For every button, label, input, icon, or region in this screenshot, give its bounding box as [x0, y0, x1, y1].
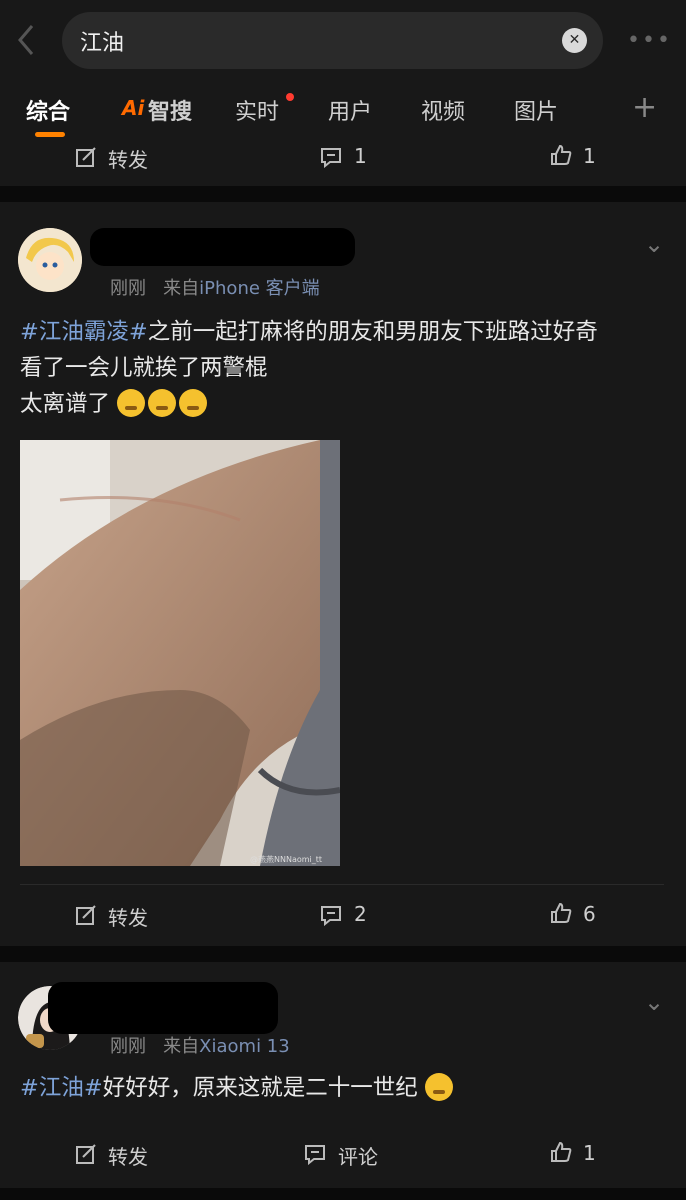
search-query: 江油: [80, 31, 125, 56]
image-watermark: @燕燕NNNaomi_tt: [250, 855, 323, 864]
repost-icon[interactable]: [75, 904, 97, 926]
emoji-icon: [117, 389, 146, 417]
comment-icon[interactable]: [320, 904, 342, 926]
back-icon[interactable]: [12, 22, 42, 58]
post-text-line1: #江油霸凌#之前一起打麻将的朋友和男朋友下班路过好奇: [20, 314, 598, 350]
like-icon[interactable]: [550, 902, 572, 924]
avatar[interactable]: [18, 228, 82, 292]
active-tab-indicator: [35, 132, 65, 137]
post-text-line1: #江油#好好好，原来这就是二十一世纪: [20, 1070, 456, 1106]
emoji-icon: [148, 389, 177, 417]
like-count[interactable]: 6: [583, 902, 596, 926]
post-source[interactable]: iPhone 客户端: [199, 278, 319, 299]
redacted-username: [48, 982, 278, 1034]
source-prefix: 来自: [163, 1036, 200, 1057]
post-image[interactable]: [20, 440, 340, 866]
chevron-down-icon[interactable]: ⌄: [644, 230, 664, 258]
chevron-down-icon[interactable]: ⌄: [644, 988, 664, 1016]
tab-ai-search[interactable]: 智搜: [148, 94, 192, 126]
post-text: 好好好，原来这就是二十一世纪: [102, 1075, 418, 1101]
tab-videos[interactable]: 视频: [421, 94, 465, 126]
notification-dot: [286, 93, 294, 101]
post-text: 之前一起打麻将的朋友和男朋友下班路过好奇: [147, 319, 598, 345]
repost-button[interactable]: 转发: [108, 902, 148, 931]
repost-icon[interactable]: [75, 146, 97, 168]
like-count[interactable]: 1: [583, 1141, 596, 1165]
post-meta: 刚刚 来自iPhone 客户端: [110, 274, 320, 300]
comment-button[interactable]: 评论: [338, 1141, 378, 1170]
post-time: 刚刚: [110, 278, 146, 299]
card-separator: [0, 1188, 686, 1200]
card-separator: [0, 186, 686, 202]
add-tab-icon[interactable]: +: [632, 90, 657, 125]
like-count[interactable]: 1: [583, 144, 596, 168]
more-icon[interactable]: •••: [627, 28, 672, 53]
tab-users[interactable]: 用户: [328, 94, 372, 126]
emoji-icon: [424, 1073, 453, 1101]
post-text: 太离谱了: [20, 391, 111, 417]
tab-images[interactable]: 图片: [514, 94, 558, 126]
tab-realtime[interactable]: 实时: [235, 94, 279, 126]
emoji-icon: [179, 389, 208, 417]
comment-icon[interactable]: [304, 1143, 326, 1165]
post-text-line2: 看了一会儿就挨了两警棍: [20, 355, 268, 381]
ai-logo-icon[interactable]: Ai: [122, 96, 144, 120]
post-meta: 刚刚 来自Xiaomi 13: [110, 1032, 290, 1058]
comment-icon[interactable]: [320, 146, 342, 168]
redacted-username: [90, 228, 355, 266]
hashtag-link[interactable]: #江油霸凌#: [20, 319, 148, 345]
post-time: 刚刚: [110, 1036, 146, 1057]
like-icon[interactable]: [550, 144, 572, 166]
search-input[interactable]: [62, 12, 603, 69]
repost-button[interactable]: 转发: [108, 144, 148, 173]
like-icon[interactable]: [550, 1141, 572, 1163]
card-separator: [0, 946, 686, 962]
repost-button[interactable]: 转发: [108, 1141, 148, 1170]
post-text-line3: 太离谱了: [20, 386, 210, 422]
hashtag-link[interactable]: #江油#: [20, 1075, 103, 1101]
post-source[interactable]: Xiaomi 13: [199, 1036, 290, 1057]
comment-count[interactable]: 1: [354, 144, 367, 168]
source-prefix: 来自: [163, 278, 200, 299]
repost-icon[interactable]: [75, 1143, 97, 1165]
tab-comprehensive[interactable]: 综合: [26, 94, 70, 126]
comment-count[interactable]: 2: [354, 902, 367, 926]
clear-icon[interactable]: ✕: [562, 28, 587, 53]
divider: [20, 884, 664, 885]
